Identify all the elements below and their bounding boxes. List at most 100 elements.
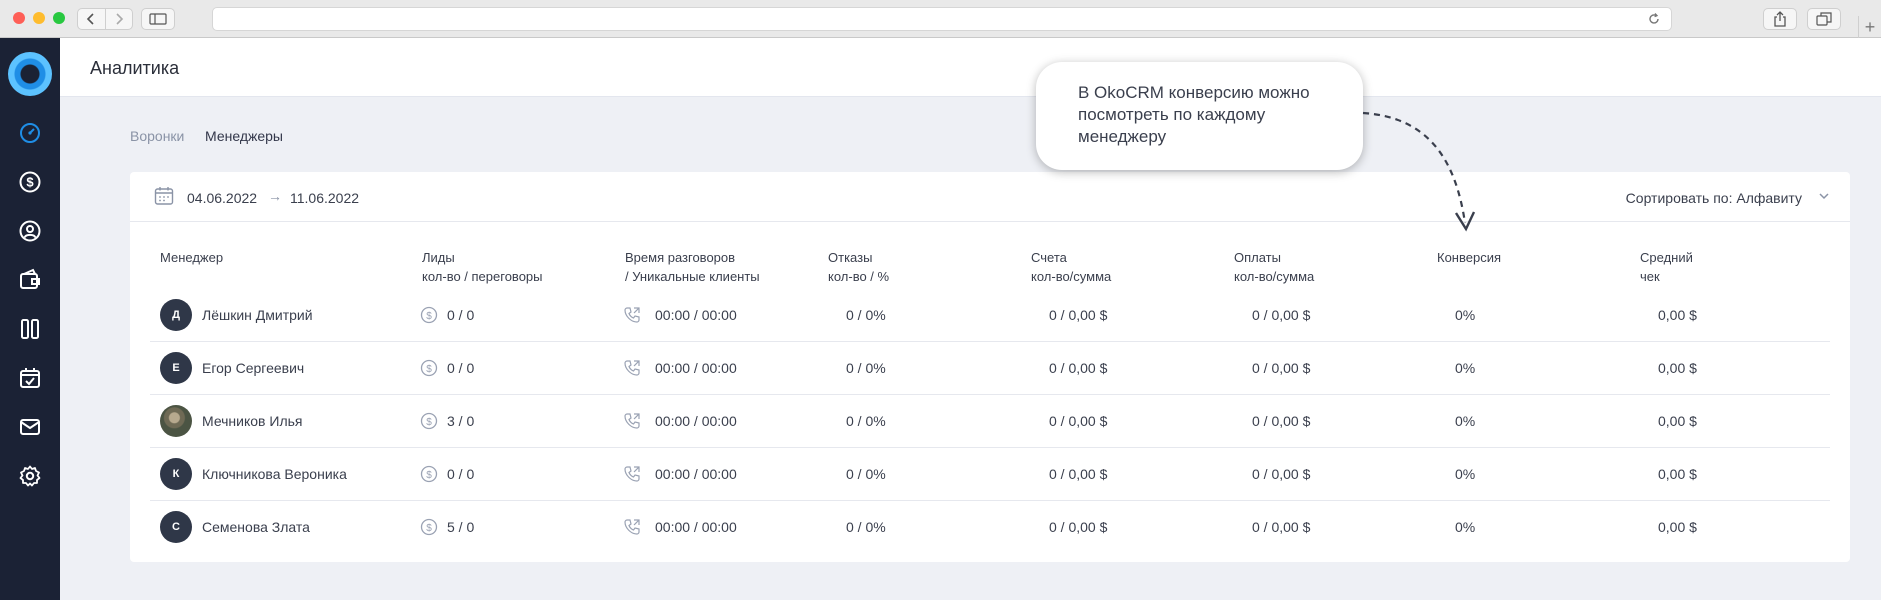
phone-icon [624,466,640,482]
chevron-down-icon[interactable] [1818,190,1830,202]
close-window-button[interactable] [13,12,25,24]
manager-name[interactable]: Семенова Злата [202,519,310,535]
svg-text:$: $ [426,311,432,322]
arrow-right-icon: → [268,188,282,204]
calls-value: 00:00 / 00:00 [655,519,737,535]
svg-text:$: $ [26,175,34,190]
calls-value: 00:00 / 00:00 [655,360,737,376]
payments-value: 0 / 0,00 $ [1252,307,1311,323]
address-bar[interactable] [212,7,1672,31]
column-header-invoices[interactable]: Счета кол-во/сумма [1031,248,1111,286]
date-to[interactable]: 11.06.2022 [290,190,359,206]
table-row[interactable]: Д Лёшкин Дмитрий $ 0 / 0 00:00 / 00:00 0… [150,289,1830,342]
calls-value: 00:00 / 00:00 [655,307,737,323]
phone-icon [624,519,640,535]
invoices-value: 0 / 0,00 $ [1049,360,1108,376]
invoices-value: 0 / 0,00 $ [1049,413,1108,429]
column-header-avg-check[interactable]: Средний чек [1640,248,1693,286]
refusals-value: 0 / 0% [846,307,886,323]
calls-value: 00:00 / 00:00 [655,466,737,482]
column-header-conversion[interactable]: Конверсия [1437,248,1501,267]
table-row[interactable]: К Ключникова Вероника $ 0 / 0 00:00 / 00… [150,448,1830,501]
phone-icon [624,360,640,376]
avg-check-value: 0,00 $ [1658,413,1697,429]
sidebar: $ [0,38,60,600]
dashboard-icon[interactable] [17,120,43,146]
column-header-refusals[interactable]: Отказы кол-во / % [828,248,889,286]
leads-value: 0 / 0 [447,360,475,376]
manager-name[interactable]: Мечников Илья [202,413,303,429]
callout-text: В OkoCRM конверсию можно посмотреть по к… [1078,83,1310,146]
date-from[interactable]: 04.06.2022 [187,190,257,206]
table-row[interactable]: Мечников Илья $ 3 / 0 00:00 / 00:00 0 / … [150,395,1830,448]
phone-icon [624,413,640,429]
payments-value: 0 / 0,00 $ [1252,413,1311,429]
refusals-value: 0 / 0% [846,413,886,429]
plus-icon: + [1864,16,1876,37]
leads-value: 0 / 0 [447,307,475,323]
manager-name[interactable]: Егор Сергеевич [202,360,304,376]
column-header-leads[interactable]: Лиды кол-во / переговоры [422,248,543,286]
column-header-payments[interactable]: Оплаты кол-во/сумма [1234,248,1314,286]
sort-dropdown[interactable]: Сортировать по: Алфавиту [1626,190,1802,206]
sidebar-toggle-button[interactable] [141,8,175,30]
share-icon [1774,11,1786,27]
back-button[interactable] [78,9,105,29]
dollar-icon: $ [420,465,438,483]
svg-text:$: $ [426,470,432,481]
browser-toolbar: + [0,0,1881,38]
page-title: Аналитика [90,58,180,78]
conversion-value: 0% [1455,519,1476,535]
forward-button[interactable] [104,9,133,29]
tabs-icon [1816,12,1832,26]
invoices-value: 0 / 0,00 $ [1049,307,1108,323]
app-logo[interactable] [8,52,52,96]
dollar-icon: $ [420,412,438,430]
conversion-value: 0% [1455,360,1476,376]
kanban-icon[interactable] [17,316,43,342]
avg-check-value: 0,00 $ [1658,519,1697,535]
svg-text:$: $ [426,364,432,375]
payments-value: 0 / 0,00 $ [1252,519,1311,535]
reload-icon[interactable] [1647,12,1661,26]
dollar-icon[interactable]: $ [17,169,43,195]
settings-icon[interactable] [17,463,43,489]
wallet-icon[interactable] [17,267,43,293]
avatar: Е [160,352,192,384]
avatar: С [160,511,192,543]
maximize-window-button[interactable] [53,12,65,24]
avatar: Д [160,299,192,331]
table-row[interactable]: Е Егор Сергеевич $ 0 / 0 00:00 / 00:00 0… [150,342,1830,395]
dollar-icon: $ [420,306,438,324]
column-header-manager[interactable]: Менеджер [160,248,223,267]
svg-text:$: $ [426,417,432,428]
avatar: К [160,458,192,490]
leads-value: 3 / 0 [447,413,475,429]
conversion-value: 0% [1455,307,1476,323]
manager-name[interactable]: Ключникова Вероника [202,466,347,482]
column-header-call-time[interactable]: Время разговоров / Уникальные клиенты [625,248,760,286]
payments-value: 0 / 0,00 $ [1252,360,1311,376]
mail-icon[interactable] [17,414,43,440]
svg-text:$: $ [426,523,432,534]
tab-managers[interactable]: Менеджеры [205,128,283,144]
conversion-value: 0% [1455,466,1476,482]
table-row[interactable]: С Семенова Злата $ 5 / 0 00:00 / 00:00 0… [150,501,1830,554]
calls-value: 00:00 / 00:00 [655,413,737,429]
calendar-icon[interactable] [154,186,174,206]
share-button[interactable] [1763,8,1797,30]
conversion-value: 0% [1455,413,1476,429]
avatar [160,405,192,437]
manager-name[interactable]: Лёшкин Дмитрий [202,307,313,323]
sidebar-icon [149,13,167,25]
invoices-value: 0 / 0,00 $ [1049,466,1108,482]
tooltip-callout: В OkoCRM конверсию можно посмотреть по к… [1036,62,1363,170]
show-tabs-button[interactable] [1807,8,1841,30]
user-icon[interactable] [17,218,43,244]
invoices-value: 0 / 0,00 $ [1049,519,1108,535]
refusals-value: 0 / 0% [846,466,886,482]
tab-funnels[interactable]: Воронки [130,128,184,144]
minimize-window-button[interactable] [33,12,45,24]
new-tab-button[interactable]: + [1858,16,1881,38]
calendar-icon[interactable] [17,365,43,391]
